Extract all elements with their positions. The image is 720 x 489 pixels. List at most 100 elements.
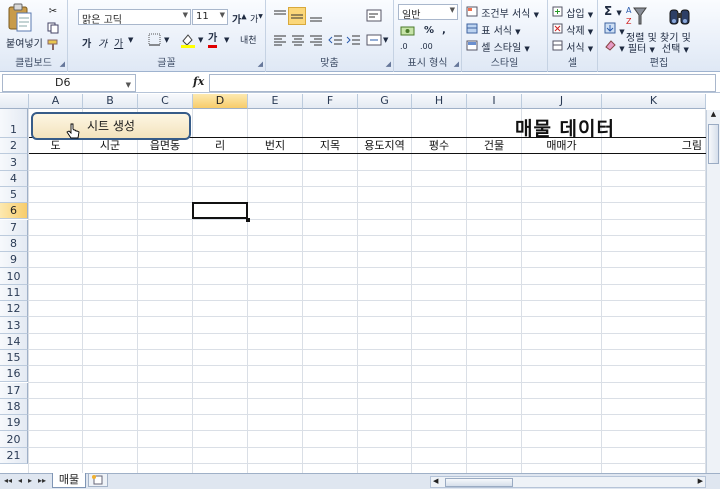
column-header[interactable]: C bbox=[138, 94, 193, 109]
number-format-select[interactable]: 일반 ▼ bbox=[398, 4, 458, 21]
next-sheet-button[interactable]: ▸ bbox=[28, 476, 32, 485]
bold-button[interactable]: 가 bbox=[82, 35, 91, 50]
decrease-indent-button[interactable] bbox=[328, 33, 344, 50]
column-header[interactable]: J bbox=[522, 94, 602, 109]
column-header[interactable]: H bbox=[412, 94, 467, 109]
align-middle-button[interactable] bbox=[288, 7, 306, 25]
percent-button[interactable]: % bbox=[424, 25, 434, 36]
cell-style-button[interactable]: 셀 스타일 ▼ bbox=[466, 39, 530, 54]
paste-button[interactable] bbox=[6, 3, 36, 33]
row-header[interactable]: 12 bbox=[0, 301, 28, 318]
row-header[interactable]: 7 bbox=[0, 219, 28, 236]
column-header[interactable]: B bbox=[83, 94, 138, 109]
first-sheet-button[interactable]: ◂◂ bbox=[4, 476, 12, 485]
row-header[interactable]: 5 bbox=[0, 186, 28, 204]
sort-filter-label[interactable]: 정렬 및 필터 ▼ bbox=[626, 33, 657, 56]
column-header[interactable]: K bbox=[602, 94, 706, 109]
column-header[interactable]: D bbox=[193, 94, 248, 109]
row-header[interactable]: 18 bbox=[0, 398, 28, 416]
fill-button[interactable]: ▼ bbox=[604, 22, 625, 37]
table-format-button[interactable]: 표 서식 ▼ bbox=[466, 22, 521, 37]
cut-icon[interactable]: ✂ bbox=[46, 5, 60, 18]
row-header[interactable]: 16 bbox=[0, 366, 28, 383]
number-dialog-launcher-icon[interactable]: ◢ bbox=[454, 60, 459, 68]
find-select-label[interactable]: 찾기 및 선택 ▼ bbox=[660, 33, 691, 56]
format-cells-button[interactable]: 서식 ▼ bbox=[552, 39, 593, 54]
clipboard-dialog-launcher-icon[interactable]: ◢ bbox=[60, 60, 65, 68]
currency-button[interactable] bbox=[400, 25, 416, 41]
conditional-format-button[interactable]: 조건부 서식 ▼ bbox=[466, 5, 539, 20]
formula-input[interactable] bbox=[209, 74, 716, 92]
row-header[interactable]: 4 bbox=[0, 170, 28, 187]
row-header[interactable]: 21 bbox=[0, 447, 28, 464]
chevron-down-icon[interactable]: ▼ bbox=[126, 77, 131, 93]
chevron-down-icon[interactable]: ▼ bbox=[224, 36, 229, 44]
row-header[interactable]: 17 bbox=[0, 382, 28, 399]
column-header[interactable]: I bbox=[467, 94, 522, 109]
align-bottom-button[interactable] bbox=[308, 8, 324, 27]
create-sheet-button[interactable]: 시트 생성 bbox=[31, 112, 191, 140]
last-sheet-button[interactable]: ▸▸ bbox=[38, 476, 46, 485]
align-right-button[interactable] bbox=[308, 33, 324, 50]
paste-label[interactable]: 붙여넣기 bbox=[6, 35, 43, 50]
increase-indent-button[interactable] bbox=[346, 33, 362, 50]
active-cell[interactable] bbox=[192, 202, 248, 220]
align-left-button[interactable] bbox=[272, 33, 288, 50]
align-top-button[interactable] bbox=[272, 8, 288, 27]
border-button[interactable] bbox=[148, 33, 162, 50]
column-header[interactable]: A bbox=[29, 94, 83, 109]
chevron-down-icon[interactable]: ▼ bbox=[198, 36, 203, 44]
row-header[interactable]: 8 bbox=[0, 235, 28, 253]
font-color-button[interactable]: 가 bbox=[208, 33, 218, 48]
prev-sheet-button[interactable]: ◂ bbox=[18, 476, 22, 485]
delete-cells-button[interactable]: 삭제 ▼ bbox=[552, 22, 593, 37]
alignment-dialog-launcher-icon[interactable]: ◢ bbox=[386, 60, 391, 68]
insert-sheet-button[interactable] bbox=[88, 474, 108, 487]
column-header[interactable]: E bbox=[248, 94, 303, 109]
scroll-left-icon[interactable]: ◀ bbox=[433, 477, 438, 485]
row-header[interactable]: 10 bbox=[0, 268, 28, 285]
font-size-select[interactable]: 11 ▼ bbox=[192, 9, 228, 25]
merge-center-button[interactable] bbox=[366, 33, 382, 50]
row-header[interactable]: 11 bbox=[0, 284, 28, 301]
wrap-text-button[interactable] bbox=[366, 8, 384, 27]
scroll-up-icon[interactable]: ▲ bbox=[708, 110, 719, 122]
align-center-button[interactable] bbox=[290, 33, 306, 50]
grow-font-button[interactable]: 가▲ bbox=[232, 11, 247, 26]
column-header[interactable]: G bbox=[358, 94, 412, 109]
row-header[interactable]: 13 bbox=[0, 317, 28, 334]
fill-color-button[interactable] bbox=[180, 33, 196, 51]
find-select-button[interactable] bbox=[668, 4, 692, 31]
comma-button[interactable]: , bbox=[442, 25, 446, 36]
row-header[interactable]: 3 bbox=[0, 154, 28, 171]
sheet-title[interactable]: 매물 데이터 bbox=[500, 114, 630, 141]
row-header[interactable]: 6 bbox=[0, 203, 28, 220]
decrease-decimal-button[interactable]: .00 bbox=[420, 42, 433, 51]
row-header[interactable]: 2 bbox=[0, 138, 28, 155]
horizontal-scrollbar[interactable]: ◀ ▶ bbox=[430, 476, 706, 488]
insert-cells-button[interactable]: 삽입 ▼ bbox=[552, 5, 593, 20]
row-header[interactable]: 9 bbox=[0, 252, 28, 269]
horizontal-scroll-thumb[interactable] bbox=[445, 478, 513, 487]
increase-decimal-button[interactable]: .0 bbox=[400, 42, 408, 51]
select-all-corner[interactable] bbox=[0, 94, 29, 109]
row-header[interactable]: 19 bbox=[0, 415, 28, 432]
row-header[interactable]: 14 bbox=[0, 333, 28, 350]
fill-handle[interactable] bbox=[246, 217, 250, 222]
row-header[interactable]: 15 bbox=[0, 349, 28, 367]
phonetic-button[interactable]: 내천 bbox=[240, 33, 257, 46]
worksheet-grid[interactable]: A B C D E F G H I J K 1 2 3 4 5 6 7 8 9 10 11 12 13 14 15 16 17 18 19… bbox=[0, 94, 720, 473]
insert-function-icon[interactable]: fx bbox=[193, 75, 204, 88]
vertical-scroll-thumb[interactable] bbox=[708, 124, 719, 164]
sort-filter-button[interactable]: A Z bbox=[626, 4, 648, 31]
row-header[interactable]: 1 bbox=[0, 109, 28, 138]
column-header[interactable]: F bbox=[303, 94, 358, 109]
underline-button[interactable]: 가 bbox=[114, 35, 123, 50]
shrink-font-button[interactable]: 가▼ bbox=[250, 12, 263, 25]
font-name-select[interactable]: 맑은 고딕 ▼ bbox=[78, 9, 191, 26]
chevron-down-icon[interactable]: ▼ bbox=[128, 36, 133, 44]
row-header[interactable]: 20 bbox=[0, 431, 28, 448]
format-painter-icon[interactable] bbox=[46, 39, 60, 52]
font-dialog-launcher-icon[interactable]: ◢ bbox=[258, 60, 263, 68]
chevron-down-icon[interactable]: ▼ bbox=[383, 36, 388, 44]
